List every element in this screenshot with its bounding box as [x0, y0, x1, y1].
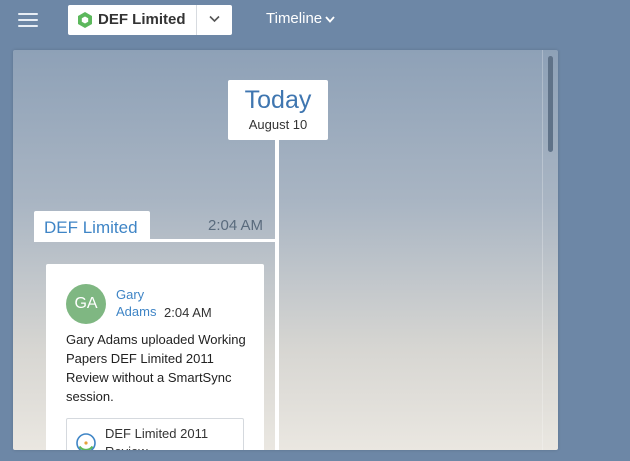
today-date: August 10	[248, 117, 308, 132]
entity-selector[interactable]: DEF Limited	[68, 5, 232, 35]
view-dropdown[interactable]: Timeline	[266, 10, 335, 30]
scrollbar-thumb[interactable]	[548, 56, 553, 152]
group-time: 2:04 AM	[208, 217, 264, 234]
view-label: Timeline	[266, 10, 323, 27]
top-bar: DEF Limited Timeline	[0, 0, 630, 44]
hexagon-icon	[78, 12, 92, 28]
event-description: Gary Adams uploaded Working Papers DEF L…	[66, 332, 246, 404]
timeline-spine	[275, 140, 279, 450]
chevron-down-icon	[209, 15, 220, 23]
entity-selector-button[interactable]: DEF Limited	[68, 5, 196, 35]
avatar: GA	[66, 284, 106, 324]
group-entity-link[interactable]: DEF Limited	[34, 211, 150, 241]
group-connector	[34, 239, 279, 242]
scrollbar[interactable]	[542, 50, 558, 450]
event-card: GA Gary Adams 2:04 AM Gary Adams uploade…	[46, 264, 264, 450]
document-icon	[76, 433, 96, 450]
group-entity-name: DEF Limited	[44, 218, 138, 237]
today-title: Today	[244, 86, 312, 114]
document-name: DEF Limited 2011 Review	[105, 426, 209, 450]
document-link[interactable]: DEF Limited 2011 Review	[66, 418, 244, 450]
menu-icon[interactable]	[18, 12, 40, 30]
timeline-panel: Today August 10 DEF Limited 2:04 AM GA G…	[13, 50, 558, 450]
today-marker: Today August 10	[228, 80, 328, 140]
event-time: 2:04 AM	[164, 305, 212, 320]
chevron-down-icon	[325, 15, 335, 23]
user-link[interactable]: Gary Adams	[116, 286, 162, 320]
entity-name: DEF Limited	[98, 11, 186, 28]
entity-dropdown-button[interactable]	[197, 5, 232, 35]
